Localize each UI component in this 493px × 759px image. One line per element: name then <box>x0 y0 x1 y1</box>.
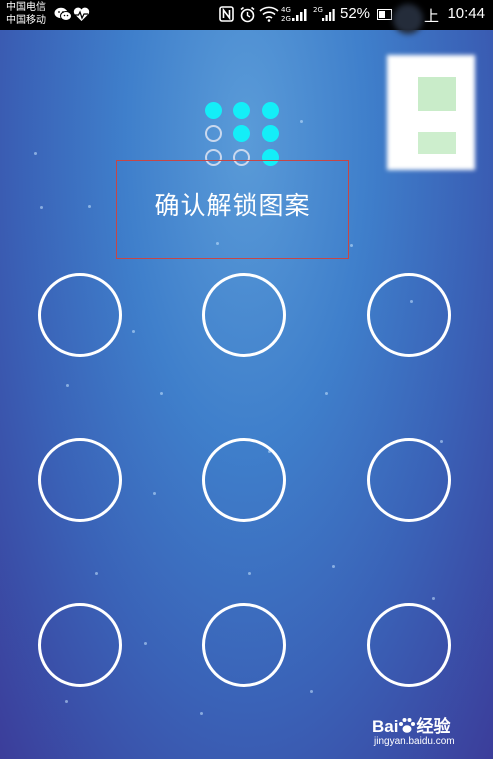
clock-time: 10:44 <box>447 5 485 22</box>
alarm-icon <box>239 6 256 27</box>
lock-pattern-screen: 中国电信 中国移动 4G 2G 2G 52% 上 10:44 确认解锁图案 Ba… <box>0 0 493 759</box>
pattern-node-8[interactable] <box>202 603 286 687</box>
watermark-brand: Bai 经验 <box>372 712 450 739</box>
preview-dot-active <box>205 102 222 119</box>
page-title: 确认解锁图案 <box>154 191 311 220</box>
watermark-url: jingyan.baidu.com <box>374 736 455 747</box>
wifi-icon <box>259 6 279 26</box>
blurred-region-green <box>418 77 456 111</box>
pattern-node-9[interactable] <box>367 603 451 687</box>
pattern-node-1[interactable] <box>38 273 122 357</box>
pattern-node-6[interactable] <box>367 438 451 522</box>
wechat-icon <box>54 7 72 26</box>
sim1-network-2g: 2G <box>281 15 291 23</box>
preview-dot-active <box>262 102 279 119</box>
pattern-node-5[interactable] <box>202 438 286 522</box>
pattern-node-7[interactable] <box>38 603 122 687</box>
sim1-network-4g: 4G <box>281 6 291 14</box>
pattern-node-3[interactable] <box>367 273 451 357</box>
carrier-1: 中国电信 <box>6 2 46 13</box>
preview-dot-inactive <box>205 125 222 142</box>
time-prefix: 上 <box>424 7 440 25</box>
pattern-node-4[interactable] <box>38 438 122 522</box>
signal-icon <box>292 7 308 26</box>
blurred-region <box>393 4 423 34</box>
health-icon <box>73 7 90 26</box>
signal-icon-2 <box>322 7 336 26</box>
watermark-brand-suffix: 经验 <box>416 717 451 736</box>
baidu-watermark: Bai 经验 jingyan.baidu.com <box>372 712 484 752</box>
nfc-icon <box>219 6 234 26</box>
watermark-brand-text: Bai <box>372 717 399 736</box>
battery-icon <box>377 9 392 20</box>
battery-percent: 52% <box>340 5 371 22</box>
carrier-names: 中国电信 中国移动 <box>6 1 46 27</box>
preview-dot-active <box>233 102 250 119</box>
pattern-node-2[interactable] <box>202 273 286 357</box>
carrier-2: 中国移动 <box>6 15 46 26</box>
preview-dot-active <box>262 125 279 142</box>
blurred-region-green-2 <box>418 132 456 154</box>
preview-dot-active <box>233 125 250 142</box>
